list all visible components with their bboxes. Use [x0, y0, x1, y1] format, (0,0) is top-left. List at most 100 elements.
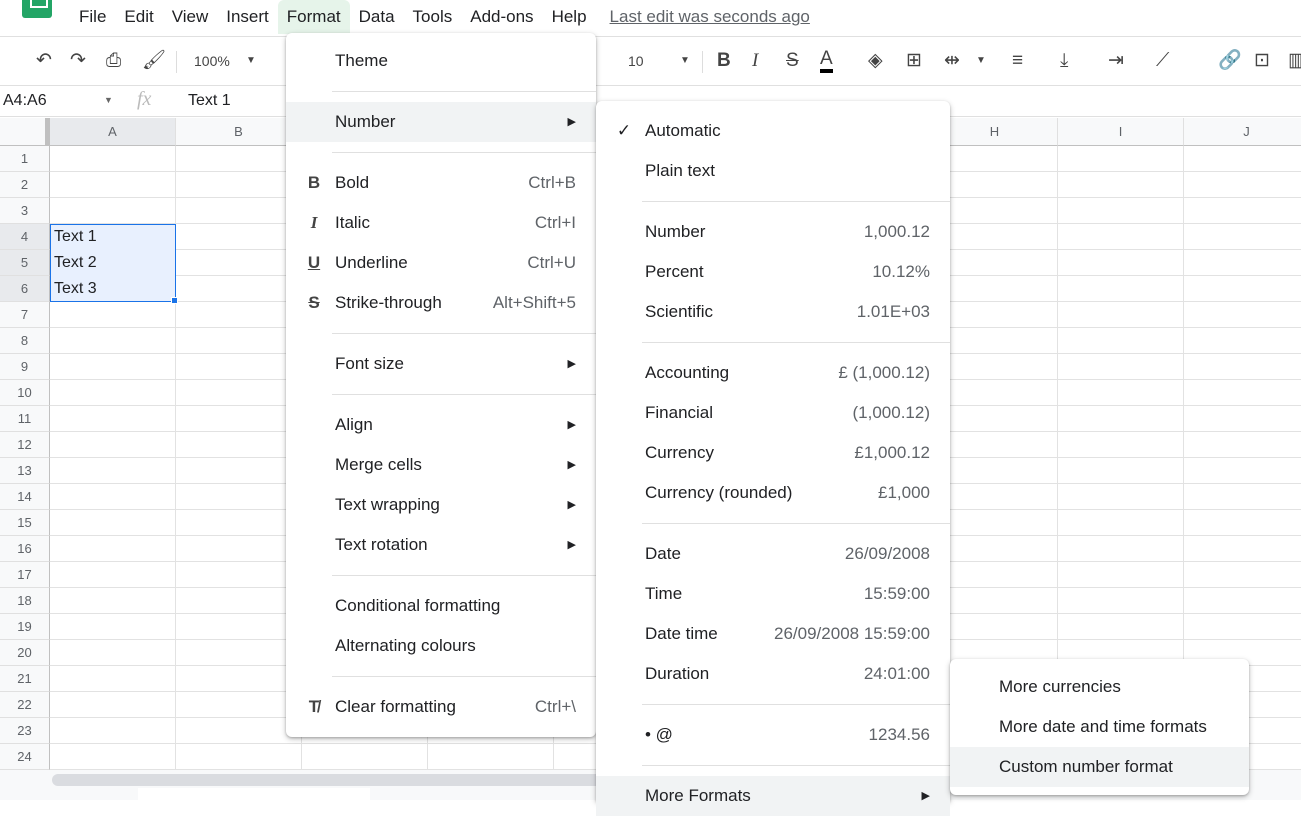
menu-item-italic[interactable]: I Italic Ctrl+I: [286, 203, 596, 243]
row-header-14[interactable]: 14: [0, 484, 50, 510]
row-header-8[interactable]: 8: [0, 328, 50, 354]
menu-item-underline[interactable]: U Underline Ctrl+U: [286, 243, 596, 283]
menu-item-font-size[interactable]: Font size ▶: [286, 344, 596, 384]
menu-format[interactable]: Format: [277, 0, 350, 34]
print-icon[interactable]: ⎙: [106, 49, 121, 73]
merge-dropdown-icon[interactable]: ▼: [976, 49, 986, 73]
menu-data[interactable]: Data: [350, 0, 404, 34]
menu-item-bold[interactable]: B Bold Ctrl+B: [286, 163, 596, 203]
menu-tools[interactable]: Tools: [404, 0, 462, 34]
row-header-12[interactable]: 12: [0, 432, 50, 458]
number-format-item[interactable]: Accounting £ (1,000.12): [596, 353, 950, 393]
font-size-dropdown-icon[interactable]: ▼: [680, 49, 690, 73]
number-format-item[interactable]: Duration 24:01:00: [596, 654, 950, 694]
row-header-11[interactable]: 11: [0, 406, 50, 432]
menu-item-text-rotation[interactable]: Text rotation ▶: [286, 525, 596, 565]
number-format-item[interactable]: Financial (1,000.12): [596, 393, 950, 433]
menu-file[interactable]: File: [70, 0, 115, 34]
menu-item-theme[interactable]: Theme: [286, 41, 596, 81]
number-format-item[interactable]: Number 1,000.12: [596, 212, 950, 252]
row-header-10[interactable]: 10: [0, 380, 50, 406]
select-all-corner[interactable]: [0, 118, 50, 146]
last-edit-link[interactable]: Last edit was seconds ago: [610, 7, 810, 27]
merge-icon[interactable]: ⇹: [944, 49, 960, 73]
row-header-9[interactable]: 9: [0, 354, 50, 380]
column-header-H[interactable]: H: [932, 118, 1058, 146]
row-header-21[interactable]: 21: [0, 666, 50, 692]
row-header-2[interactable]: 2: [0, 172, 50, 198]
wrap-icon[interactable]: ⇥: [1108, 49, 1124, 73]
menu-item-clear-formatting[interactable]: T̸ Clear formatting Ctrl+\: [286, 687, 596, 727]
zoom-dropdown-icon[interactable]: ▼: [246, 49, 256, 73]
row-header-13[interactable]: 13: [0, 458, 50, 484]
number-format-item[interactable]: Currency (rounded) £1,000: [596, 473, 950, 513]
row-header-15[interactable]: 15: [0, 510, 50, 536]
undo-icon[interactable]: ↶: [36, 49, 52, 73]
link-icon[interactable]: 🔗: [1218, 49, 1242, 73]
sheets-logo[interactable]: [22, 0, 52, 18]
menu-item-text-wrapping[interactable]: Text wrapping ▶: [286, 485, 596, 525]
comment-icon[interactable]: ⊡: [1254, 49, 1270, 73]
row-header-1[interactable]: 1: [0, 146, 50, 172]
number-format-item[interactable]: More Formats ▶: [596, 776, 950, 816]
number-format-item[interactable]: • @1234.56: [596, 715, 950, 755]
number-format-item[interactable]: Plain text: [596, 151, 950, 191]
menu-item-conditional-formatting[interactable]: Conditional formatting: [286, 586, 596, 626]
font-size-select[interactable]: 10: [628, 49, 644, 73]
menu-edit[interactable]: Edit: [115, 0, 162, 34]
row-header-19[interactable]: 19: [0, 614, 50, 640]
number-format-item[interactable]: Scientific 1.01E+03: [596, 292, 950, 332]
menu-item-alternating-colours[interactable]: Alternating colours: [286, 626, 596, 666]
menu-item-merge-cells[interactable]: Merge cells ▶: [286, 445, 596, 485]
fill-color-icon[interactable]: ◈: [868, 49, 883, 73]
number-format-item[interactable]: Currency £1,000.12: [596, 433, 950, 473]
menu-item-number[interactable]: Number ▶: [286, 102, 596, 142]
menu-item-align[interactable]: Align ▶: [286, 405, 596, 445]
menu-item-strikethrough[interactable]: S Strike-through Alt+Shift+5: [286, 283, 596, 323]
number-format-item[interactable]: Date time 26/09/2008 15:59:00: [596, 614, 950, 654]
sheet-tab[interactable]: [138, 788, 370, 800]
menu-insert[interactable]: Insert: [217, 0, 278, 34]
row-header-24[interactable]: 24: [0, 744, 50, 770]
row-header-22[interactable]: 22: [0, 692, 50, 718]
column-header-I[interactable]: I: [1058, 118, 1184, 146]
row-header-4[interactable]: 4: [0, 224, 50, 250]
column-header-B[interactable]: B: [176, 118, 302, 146]
row-header-20[interactable]: 20: [0, 640, 50, 666]
strikethrough-icon[interactable]: S: [786, 49, 799, 73]
formula-input[interactable]: Text 1: [188, 92, 231, 110]
row-header-5[interactable]: 5: [0, 250, 50, 276]
rotate-icon[interactable]: ⟋: [1156, 49, 1169, 73]
menu-item-more-currencies[interactable]: More currencies: [950, 667, 1249, 707]
row-header-6[interactable]: 6: [0, 276, 50, 302]
row-header-7[interactable]: 7: [0, 302, 50, 328]
row-header-23[interactable]: 23: [0, 718, 50, 744]
column-header-A[interactable]: A: [50, 118, 176, 146]
number-format-item[interactable]: ✓ Automatic: [596, 111, 950, 151]
valign-icon[interactable]: ⤓: [1060, 49, 1068, 73]
align-icon[interactable]: ≡: [1012, 49, 1023, 73]
menu-addons[interactable]: Add-ons: [461, 0, 542, 34]
column-header-J[interactable]: J: [1184, 118, 1301, 146]
menu-help[interactable]: Help: [543, 0, 596, 34]
bold-icon[interactable]: B: [717, 49, 731, 73]
menu-item-custom-number-format[interactable]: Custom number format: [950, 747, 1249, 787]
borders-icon[interactable]: ⊞: [906, 49, 922, 73]
redo-icon[interactable]: ↷: [70, 49, 86, 73]
name-box[interactable]: A4:A6: [3, 92, 47, 110]
row-header-16[interactable]: 16: [0, 536, 50, 562]
paint-format-icon[interactable]: 🖌: [142, 49, 166, 73]
number-format-item[interactable]: Time 15:59:00: [596, 574, 950, 614]
row-header-17[interactable]: 17: [0, 562, 50, 588]
name-box-dropdown-icon[interactable]: ▼: [104, 95, 113, 105]
number-format-item[interactable]: Percent 10.12%: [596, 252, 950, 292]
text-color-icon[interactable]: A: [820, 49, 833, 73]
fill-handle[interactable]: [171, 297, 178, 304]
row-header-3[interactable]: 3: [0, 198, 50, 224]
row-header-18[interactable]: 18: [0, 588, 50, 614]
number-format-item[interactable]: Date 26/09/2008: [596, 534, 950, 574]
menu-item-more-date-time-formats[interactable]: More date and time formats: [950, 707, 1249, 747]
italic-icon[interactable]: I: [752, 49, 758, 73]
menu-view[interactable]: View: [163, 0, 218, 34]
chart-icon[interactable]: ▥: [1288, 49, 1301, 73]
